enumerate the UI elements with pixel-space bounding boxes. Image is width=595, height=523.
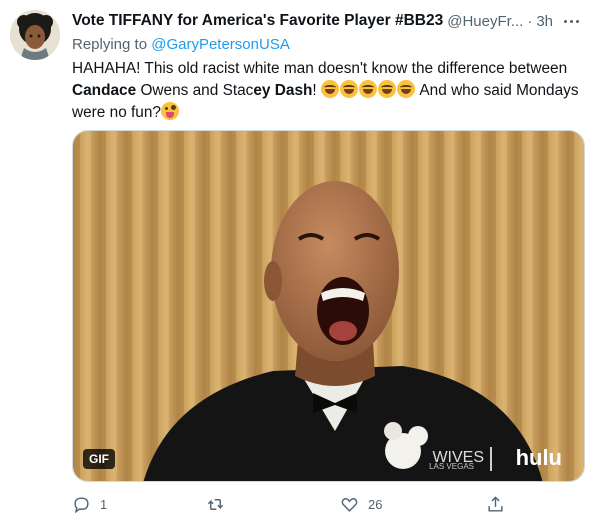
user-handle[interactable]: @HueyFr...: [447, 13, 523, 30]
gif-media[interactable]: GIF WIVES LAS VEGAS hulu: [72, 130, 585, 482]
tweet-actions: 1 26: [72, 492, 522, 516]
replying-to-link[interactable]: @GaryPetersonUSA: [151, 36, 290, 53]
laughing-emoji-icon: [339, 80, 358, 98]
separator-dot: ·: [527, 12, 533, 30]
watermark-divider: [490, 447, 492, 471]
tweet-text-part: !: [312, 82, 317, 99]
tweet-text-bold: ey Dash: [253, 82, 313, 99]
tweet-header: Vote TIFFANY for America's Favorite Play…: [72, 10, 587, 32]
reply-button[interactable]: 1: [72, 492, 107, 516]
more-icon[interactable]: [561, 12, 581, 30]
winking-tongue-emoji-icon: [161, 102, 179, 120]
reply-count: 1: [100, 496, 108, 512]
gif-badge: GIF: [83, 449, 115, 469]
display-name[interactable]: Vote TIFFANY for America's Favorite Play…: [72, 12, 443, 30]
reply-icon: [74, 496, 89, 513]
like-button[interactable]: 26: [340, 492, 382, 516]
replying-prefix: Replying to: [72, 36, 148, 53]
tweet-text-part: HAHAHA! This old racist white man doesn'…: [72, 60, 568, 77]
retweet-button[interactable]: [206, 492, 234, 516]
replying-to: Replying to @GaryPetersonUSA: [72, 36, 290, 53]
cartoon-avatar-icon: [10, 10, 60, 60]
share-icon: [488, 495, 503, 512]
avatar[interactable]: [10, 10, 60, 60]
retweet-icon: [207, 498, 224, 510]
tweet-text: HAHAHA! This old racist white man doesn'…: [72, 58, 584, 124]
gif-image: [73, 131, 584, 481]
timestamp[interactable]: 3h: [536, 13, 553, 30]
tweet: Vote TIFFANY for America's Favorite Play…: [0, 0, 595, 523]
show-watermark-subtitle: LAS VEGAS: [429, 462, 474, 471]
network-watermark: hulu: [515, 445, 562, 470]
laughing-emoji-icon: [396, 80, 415, 98]
share-button[interactable]: [486, 492, 505, 516]
tweet-text-bold: Candace: [72, 82, 137, 99]
laughing-emoji-icon: [377, 80, 396, 98]
tweet-text-part: Owens and Stac: [140, 82, 254, 99]
laughing-emoji-icon: [358, 80, 377, 98]
like-icon: [341, 497, 358, 512]
laughing-emoji-icon: [320, 80, 339, 98]
like-count: 26: [368, 496, 383, 512]
